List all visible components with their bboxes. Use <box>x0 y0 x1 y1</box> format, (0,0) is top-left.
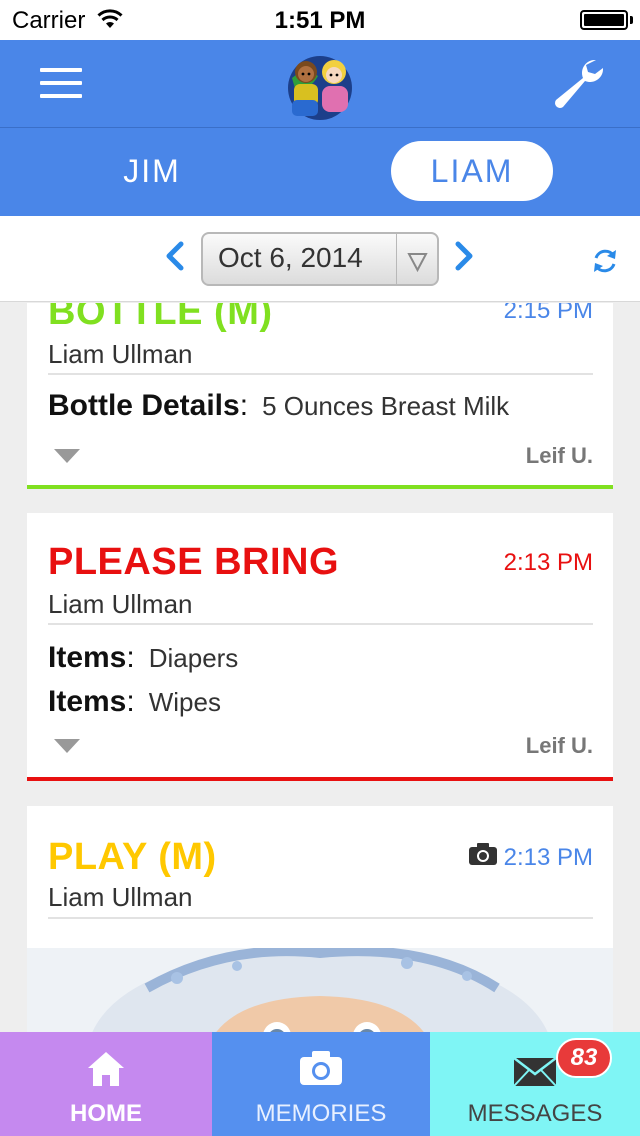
activity-feed[interactable]: BOTTLE (M) 2:15 PM Liam Ullman Bottle De… <box>0 303 640 1032</box>
expand-triangle-icon[interactable] <box>53 737 81 755</box>
selected-date: Oct 6, 2014 <box>218 242 363 273</box>
camera-icon <box>300 1051 342 1085</box>
detail-label: Bottle Details <box>48 389 240 422</box>
card-title: PLEASE BRING <box>48 541 340 583</box>
battery-tip <box>630 16 633 24</box>
card-title: BOTTLE (M) <box>48 303 273 333</box>
activity-card-bottle[interactable]: BOTTLE (M) 2:15 PM Liam Ullman Bottle De… <box>27 303 613 489</box>
status-bar: Carrier 1:51 PM <box>0 0 640 40</box>
tab-liam[interactable]: LIAM <box>391 141 553 201</box>
child-selector: JIM LIAM <box>0 128 640 216</box>
tab-messages-label: MESSAGES <box>467 1100 603 1127</box>
card-time: 2:13 PM <box>503 844 593 871</box>
date-picker[interactable]: Oct 6, 2014 <box>201 232 439 286</box>
card-child-name: Liam Ullman <box>48 339 193 369</box>
chevron-right-icon[interactable] <box>452 240 476 272</box>
expand-triangle-icon[interactable] <box>53 447 81 465</box>
top-navbar <box>0 40 640 128</box>
card-accent-line <box>27 485 613 489</box>
staff-name: Leif U. <box>525 443 593 468</box>
activity-photo[interactable] <box>27 948 613 1032</box>
detail-value: Diapers <box>148 643 239 673</box>
tab-home-label: HOME <box>70 1100 142 1127</box>
date-bar: Oct 6, 2014 <box>0 216 640 302</box>
daycare-kids-logo <box>288 56 352 120</box>
detail-row: Items: Diapers <box>48 641 239 674</box>
staff-name: Leif U. <box>525 733 593 758</box>
chevron-down-icon <box>407 253 428 273</box>
dropdown-caret <box>396 234 437 284</box>
home-icon <box>88 1052 124 1086</box>
clock: 1:51 PM <box>274 7 366 34</box>
card-child-name: Liam Ullman <box>48 882 193 912</box>
detail-value: 5 Ounces Breast Milk <box>262 391 510 421</box>
bottom-tab-bar: HOME MEMORIES 83 MESSAGES <box>0 1032 640 1136</box>
activity-card-please-bring[interactable]: PLEASE BRING 2:13 PM Liam Ullman Items: D… <box>27 513 613 781</box>
battery-icon <box>580 10 628 30</box>
tab-memories-label: MEMORIES <box>255 1100 387 1127</box>
tab-home[interactable]: HOME <box>0 1032 212 1136</box>
card-divider <box>48 373 593 375</box>
activity-card-play[interactable]: PLAY (M) 2:13 PM Liam Ullman <box>27 806 613 1032</box>
card-accent-line <box>27 777 613 781</box>
envelope-icon <box>513 1057 557 1087</box>
card-divider <box>48 917 593 919</box>
tab-jim[interactable]: JIM <box>71 141 233 201</box>
tab-messages[interactable]: 83 MESSAGES <box>430 1032 640 1136</box>
unread-badge: 83 <box>556 1038 612 1078</box>
card-child-name: Liam Ullman <box>48 589 193 619</box>
camera-icon <box>469 843 497 865</box>
detail-row: Items: Wipes <box>48 685 221 718</box>
tab-memories[interactable]: MEMORIES <box>212 1032 430 1136</box>
hamburger-menu-icon[interactable] <box>40 68 82 98</box>
card-divider <box>48 623 593 625</box>
detail-row: Bottle Details: 5 Ounces Breast Milk <box>48 389 510 422</box>
wrench-icon[interactable] <box>548 54 608 114</box>
detail-label: Items <box>48 641 127 674</box>
card-time: 2:13 PM <box>503 549 593 576</box>
card-time: 2:15 PM <box>503 303 593 324</box>
detail-value: Wipes <box>148 687 221 717</box>
detail-label: Items <box>48 685 127 718</box>
chevron-left-icon[interactable] <box>163 240 187 272</box>
card-title: PLAY (M) <box>48 836 217 878</box>
refresh-icon[interactable] <box>590 246 620 276</box>
